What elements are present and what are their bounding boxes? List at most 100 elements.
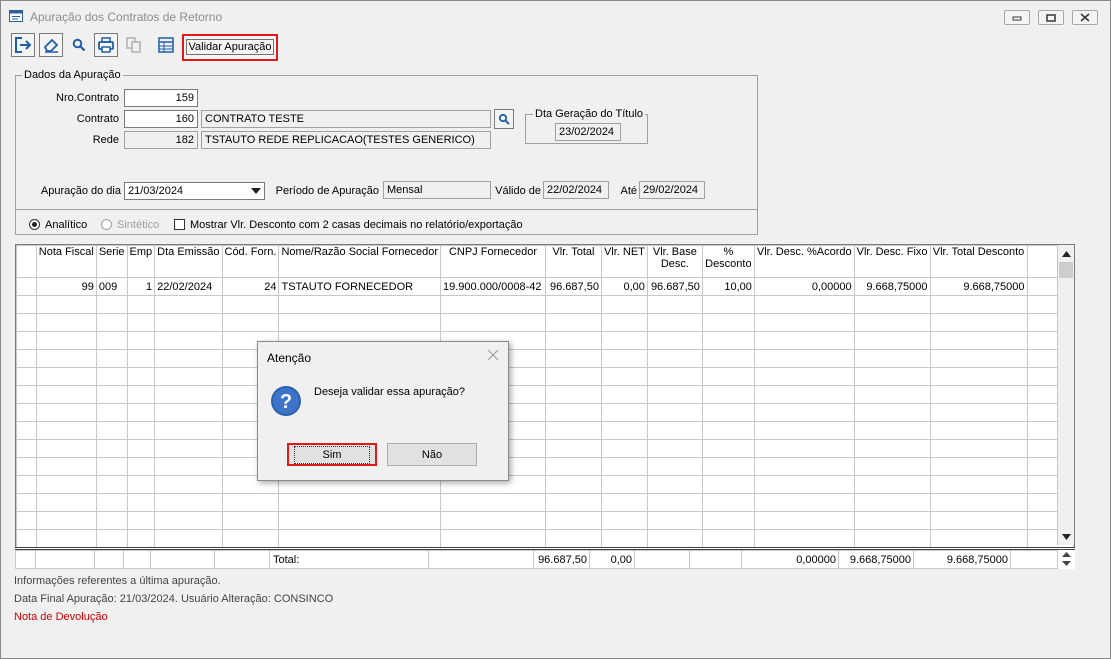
empty-cell[interactable] (753, 529, 855, 548)
empty-cell[interactable] (753, 295, 855, 314)
empty-cell[interactable] (126, 475, 156, 494)
table-row[interactable]: 99 009 1 22/02/2024 24 TSTAUTO FORNECEDO… (16, 277, 1075, 296)
empty-cell[interactable] (600, 295, 648, 314)
empty-cell[interactable] (154, 457, 223, 476)
maximize-button[interactable] (1038, 10, 1064, 25)
empty-cell[interactable] (600, 367, 648, 386)
copy-button[interactable] (122, 33, 146, 57)
cell[interactable]: 009 (95, 277, 128, 296)
empty-cell[interactable] (701, 475, 755, 494)
col-header[interactable]: % Desconto (701, 245, 755, 278)
empty-cell[interactable] (929, 529, 1028, 548)
empty-cell[interactable] (600, 403, 648, 422)
empty-cell[interactable] (600, 529, 648, 548)
empty-cell[interactable] (95, 385, 128, 404)
empty-cell[interactable] (154, 529, 223, 548)
empty-cell[interactable] (221, 529, 280, 548)
chevron-down-icon[interactable] (251, 188, 261, 194)
empty-cell[interactable] (929, 295, 1028, 314)
empty-cell[interactable] (126, 493, 156, 512)
scroll-down-icon[interactable] (1062, 534, 1071, 540)
empty-cell[interactable] (35, 493, 97, 512)
cell[interactable]: 96.687,50 (544, 277, 602, 296)
empty-cell[interactable] (753, 385, 855, 404)
empty-row[interactable] (16, 313, 1075, 332)
empty-cell[interactable] (701, 349, 755, 368)
empty-cell[interactable] (544, 295, 602, 314)
empty-cell[interactable] (853, 295, 931, 314)
empty-cell[interactable] (753, 511, 855, 530)
empty-cell[interactable] (853, 313, 931, 332)
spin-icon[interactable] (1062, 552, 1071, 566)
cell[interactable]: TSTAUTO FORNECEDOR (278, 277, 441, 296)
empty-cell[interactable] (16, 511, 37, 530)
empty-cell[interactable] (646, 475, 703, 494)
col-header[interactable]: Dta Emissão (154, 245, 223, 278)
cell[interactable]: 0,00000 (753, 277, 855, 296)
col-header[interactable]: Vlr. Base Desc. (646, 245, 703, 278)
empty-cell[interactable] (95, 331, 128, 350)
sintetico-radio[interactable] (101, 219, 112, 230)
empty-cell[interactable] (16, 367, 37, 386)
empty-cell[interactable] (95, 493, 128, 512)
empty-cell[interactable] (544, 421, 602, 440)
validar-apuracao-button[interactable]: Validar Apuração (182, 34, 278, 61)
empty-cell[interactable] (126, 403, 156, 422)
scroll-thumb[interactable] (1059, 262, 1073, 278)
col-header[interactable]: Nota Fiscal (35, 245, 97, 278)
empty-cell[interactable] (16, 457, 37, 476)
empty-row[interactable] (16, 475, 1075, 494)
empty-cell[interactable] (221, 295, 280, 314)
empty-cell[interactable] (600, 349, 648, 368)
cell[interactable]: 24 (221, 277, 280, 296)
empty-cell[interactable] (126, 529, 156, 548)
nro-contrato-field[interactable]: 159 (124, 89, 198, 107)
empty-cell[interactable] (95, 529, 128, 548)
cell[interactable]: 19.900.000/0008-42 (440, 277, 546, 296)
empty-cell[interactable] (600, 493, 648, 512)
empty-cell[interactable] (126, 385, 156, 404)
empty-cell[interactable] (35, 511, 97, 530)
empty-cell[interactable] (646, 493, 703, 512)
cell[interactable]: 96.687,50 (646, 277, 703, 296)
empty-cell[interactable] (126, 313, 156, 332)
empty-cell[interactable] (929, 439, 1028, 458)
table-button[interactable] (154, 33, 178, 57)
empty-row[interactable] (16, 493, 1075, 512)
col-header[interactable]: Vlr. Desc. %Acordo (753, 245, 855, 278)
empty-cell[interactable] (753, 403, 855, 422)
empty-row[interactable] (16, 349, 1075, 368)
nota-devolucao-link[interactable]: Nota de Devolução (14, 611, 108, 623)
empty-row[interactable] (16, 439, 1075, 458)
contrato-field[interactable]: 160 (124, 110, 198, 128)
empty-cell[interactable] (278, 511, 441, 530)
empty-cell[interactable] (929, 403, 1028, 422)
empty-cell[interactable] (753, 367, 855, 386)
col-header[interactable]: Cód. Forn. (221, 245, 280, 278)
empty-cell[interactable] (544, 439, 602, 458)
empty-cell[interactable] (221, 313, 280, 332)
empty-cell[interactable] (440, 493, 546, 512)
empty-cell[interactable] (929, 511, 1028, 530)
search-button[interactable] (67, 33, 91, 57)
empty-cell[interactable] (853, 493, 931, 512)
empty-cell[interactable] (753, 313, 855, 332)
empty-cell[interactable] (853, 385, 931, 404)
col-header[interactable]: Vlr. Desc. Fixo (853, 245, 931, 278)
empty-cell[interactable] (154, 403, 223, 422)
empty-cell[interactable] (701, 331, 755, 350)
empty-cell[interactable] (600, 385, 648, 404)
empty-cell[interactable] (35, 529, 97, 548)
empty-cell[interactable] (544, 331, 602, 350)
empty-cell[interactable] (95, 367, 128, 386)
empty-cell[interactable] (701, 421, 755, 440)
apuracao-dia-select[interactable]: 21/03/2024 (124, 182, 265, 200)
empty-cell[interactable] (753, 439, 855, 458)
empty-cell[interactable] (853, 475, 931, 494)
empty-cell[interactable] (35, 403, 97, 422)
empty-cell[interactable] (16, 331, 37, 350)
empty-cell[interactable] (95, 475, 128, 494)
empty-cell[interactable] (753, 457, 855, 476)
empty-cell[interactable] (126, 295, 156, 314)
empty-cell[interactable] (929, 493, 1028, 512)
